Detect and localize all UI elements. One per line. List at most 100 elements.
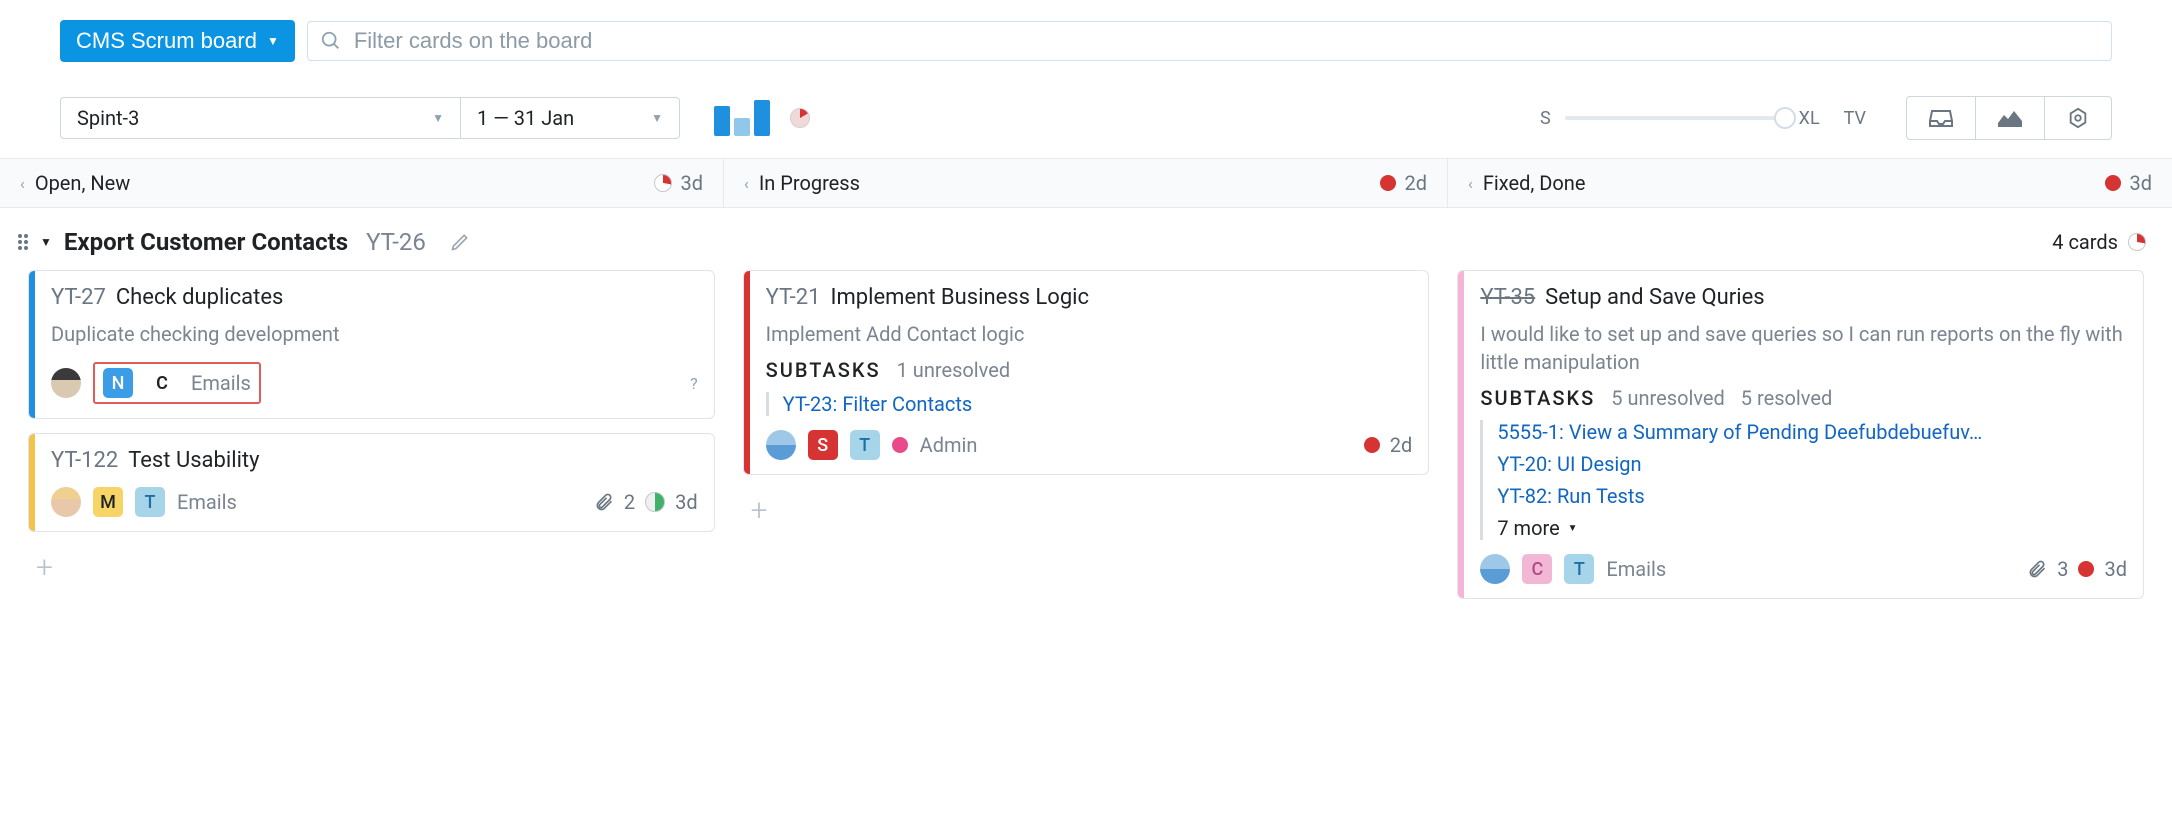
progress-pie-icon — [790, 108, 810, 128]
search-icon — [320, 30, 342, 52]
chart-button[interactable] — [1975, 96, 2044, 140]
card-description: Duplicate checking development — [51, 320, 698, 348]
caret-down-icon: ▼ — [432, 111, 444, 125]
column-title: In Progress — [759, 171, 860, 195]
column-time: 3d — [680, 171, 703, 195]
column-header-open[interactable]: ‹ Open, New 3d — [0, 159, 724, 207]
subtask-more-button[interactable]: 7 more ▼ — [1497, 516, 2127, 540]
card-description: Implement Add Contact logic — [766, 320, 1413, 348]
card-role: Admin — [920, 433, 978, 457]
chevron-left-icon: ‹ — [744, 174, 749, 193]
swimlane-title: Export Customer Contacts — [64, 228, 348, 256]
status-dot-icon — [2078, 561, 2094, 577]
priority-badge-critical[interactable]: C — [1522, 554, 1552, 584]
subtasks-resolved: 5 resolved — [1741, 386, 1832, 410]
card-time: 3d — [2104, 557, 2127, 581]
subtask-link[interactable]: YT-20: UI Design — [1497, 452, 2127, 476]
card-description: I would like to set up and save queries … — [1480, 320, 2127, 376]
highlighted-tags: N C Emails — [93, 362, 261, 404]
help-icon[interactable]: ? — [690, 374, 698, 393]
progress-pie-icon — [654, 174, 672, 192]
column-in-progress: YT-21 Implement Business Logic Implement… — [729, 270, 1444, 599]
card-yt27[interactable]: YT-27 Check duplicates Duplicate checkin… — [28, 270, 715, 419]
subtasks-label: SUBTASKS — [1480, 386, 1595, 410]
add-card-button[interactable]: + — [743, 489, 776, 532]
priority-badge-normal[interactable]: N — [103, 368, 133, 398]
column-time: 2d — [1404, 171, 1427, 195]
date-value: 1 — 31 Jan — [477, 106, 574, 130]
type-badge-task[interactable]: T — [135, 487, 165, 517]
board-select-button[interactable]: CMS Scrum board ▼ — [60, 20, 295, 62]
chevron-left-icon: ‹ — [20, 174, 25, 193]
search-input[interactable] — [354, 28, 2099, 54]
card-time: 2d — [1390, 433, 1413, 457]
add-card-button[interactable]: + — [28, 546, 61, 589]
card-tag: Emails — [1606, 557, 1666, 581]
type-badge-task[interactable]: T — [850, 430, 880, 460]
tv-mode-label[interactable]: TV — [1844, 108, 1866, 129]
caret-down-icon: ▼ — [651, 111, 663, 125]
board-name: CMS Scrum board — [76, 28, 257, 54]
slider-thumb[interactable] — [1774, 107, 1796, 129]
search-field[interactable] — [307, 21, 2112, 61]
sprint-select[interactable]: Spint-3 ▼ — [60, 97, 460, 139]
card-size-slider[interactable] — [1565, 116, 1785, 120]
card-title: Check duplicates — [116, 285, 284, 310]
attachment-icon[interactable] — [594, 492, 614, 512]
caret-down-icon: ▼ — [1568, 523, 1578, 534]
column-header-done[interactable]: ‹ Fixed, Done 3d — [1448, 159, 2172, 207]
status-dot-icon — [892, 437, 908, 453]
sprint-value: Spint-3 — [77, 106, 139, 130]
column-title: Open, New — [35, 171, 130, 195]
swimlane-id: YT-26 — [366, 228, 426, 256]
attachment-count: 2 — [624, 490, 635, 514]
caret-down-icon: ▼ — [267, 34, 279, 48]
card-title: Implement Business Logic — [831, 285, 1090, 310]
column-header-in-progress[interactable]: ‹ In Progress 2d — [724, 159, 1448, 207]
slider-min-label: S — [1540, 108, 1551, 129]
inbox-button[interactable] — [1906, 96, 1975, 140]
attachment-icon[interactable] — [2027, 559, 2047, 579]
card-yt21[interactable]: YT-21 Implement Business Logic Implement… — [743, 270, 1430, 475]
card-id: YT-35 — [1480, 285, 1535, 310]
slider-max-label: XL — [1799, 108, 1820, 129]
column-layout-indicator — [714, 100, 770, 136]
column-title: Fixed, Done — [1483, 171, 1586, 195]
column-open: YT-27 Check duplicates Duplicate checkin… — [14, 270, 729, 599]
card-tag: Emails — [191, 371, 251, 395]
subtasks-count: 1 unresolved — [897, 358, 1011, 382]
subtask-link[interactable]: YT-82: Run Tests — [1497, 484, 2127, 508]
card-title: Setup and Save Quries — [1545, 285, 1764, 310]
priority-badge-showstopper[interactable]: S — [808, 430, 838, 460]
status-dot-icon — [1364, 437, 1380, 453]
type-badge[interactable]: C — [147, 368, 177, 398]
chevron-left-icon: ‹ — [1468, 174, 1473, 193]
card-id: YT-122 — [51, 448, 118, 473]
avatar[interactable] — [1480, 554, 1510, 584]
type-badge-task[interactable]: T — [1564, 554, 1594, 584]
avatar[interactable] — [51, 368, 81, 398]
date-range-select[interactable]: 1 — 31 Jan ▼ — [460, 97, 680, 139]
card-tag: Emails — [177, 490, 237, 514]
card-time: 3d — [675, 490, 698, 514]
card-yt122[interactable]: YT-122 Test Usability M T Emails 2 3d — [28, 433, 715, 532]
priority-badge-major[interactable]: M — [93, 487, 123, 517]
card-title: Test Usability — [128, 448, 259, 473]
status-dot-icon — [1380, 175, 1396, 191]
status-dot-icon — [2105, 175, 2121, 191]
edit-icon[interactable] — [450, 232, 470, 252]
collapse-caret-icon[interactable]: ▼ — [40, 235, 52, 249]
cards-count: 4 cards — [2052, 230, 2118, 254]
subtasks-unresolved: 5 unresolved — [1611, 386, 1725, 410]
card-yt35[interactable]: YT-35 Setup and Save Quries I would like… — [1457, 270, 2144, 599]
subtask-link[interactable]: 5555-1: View a Summary of Pending Deefub… — [1497, 420, 2127, 444]
drag-handle-icon[interactable] — [18, 234, 28, 250]
progress-pie-icon — [2128, 233, 2146, 251]
progress-half-icon — [645, 492, 665, 512]
avatar[interactable] — [51, 487, 81, 517]
settings-button[interactable] — [2044, 96, 2112, 140]
subtask-link[interactable]: YT-23: Filter Contacts — [783, 392, 1413, 416]
avatar[interactable] — [766, 430, 796, 460]
card-id: YT-21 — [766, 285, 821, 310]
subtasks-label: SUBTASKS — [766, 358, 881, 382]
